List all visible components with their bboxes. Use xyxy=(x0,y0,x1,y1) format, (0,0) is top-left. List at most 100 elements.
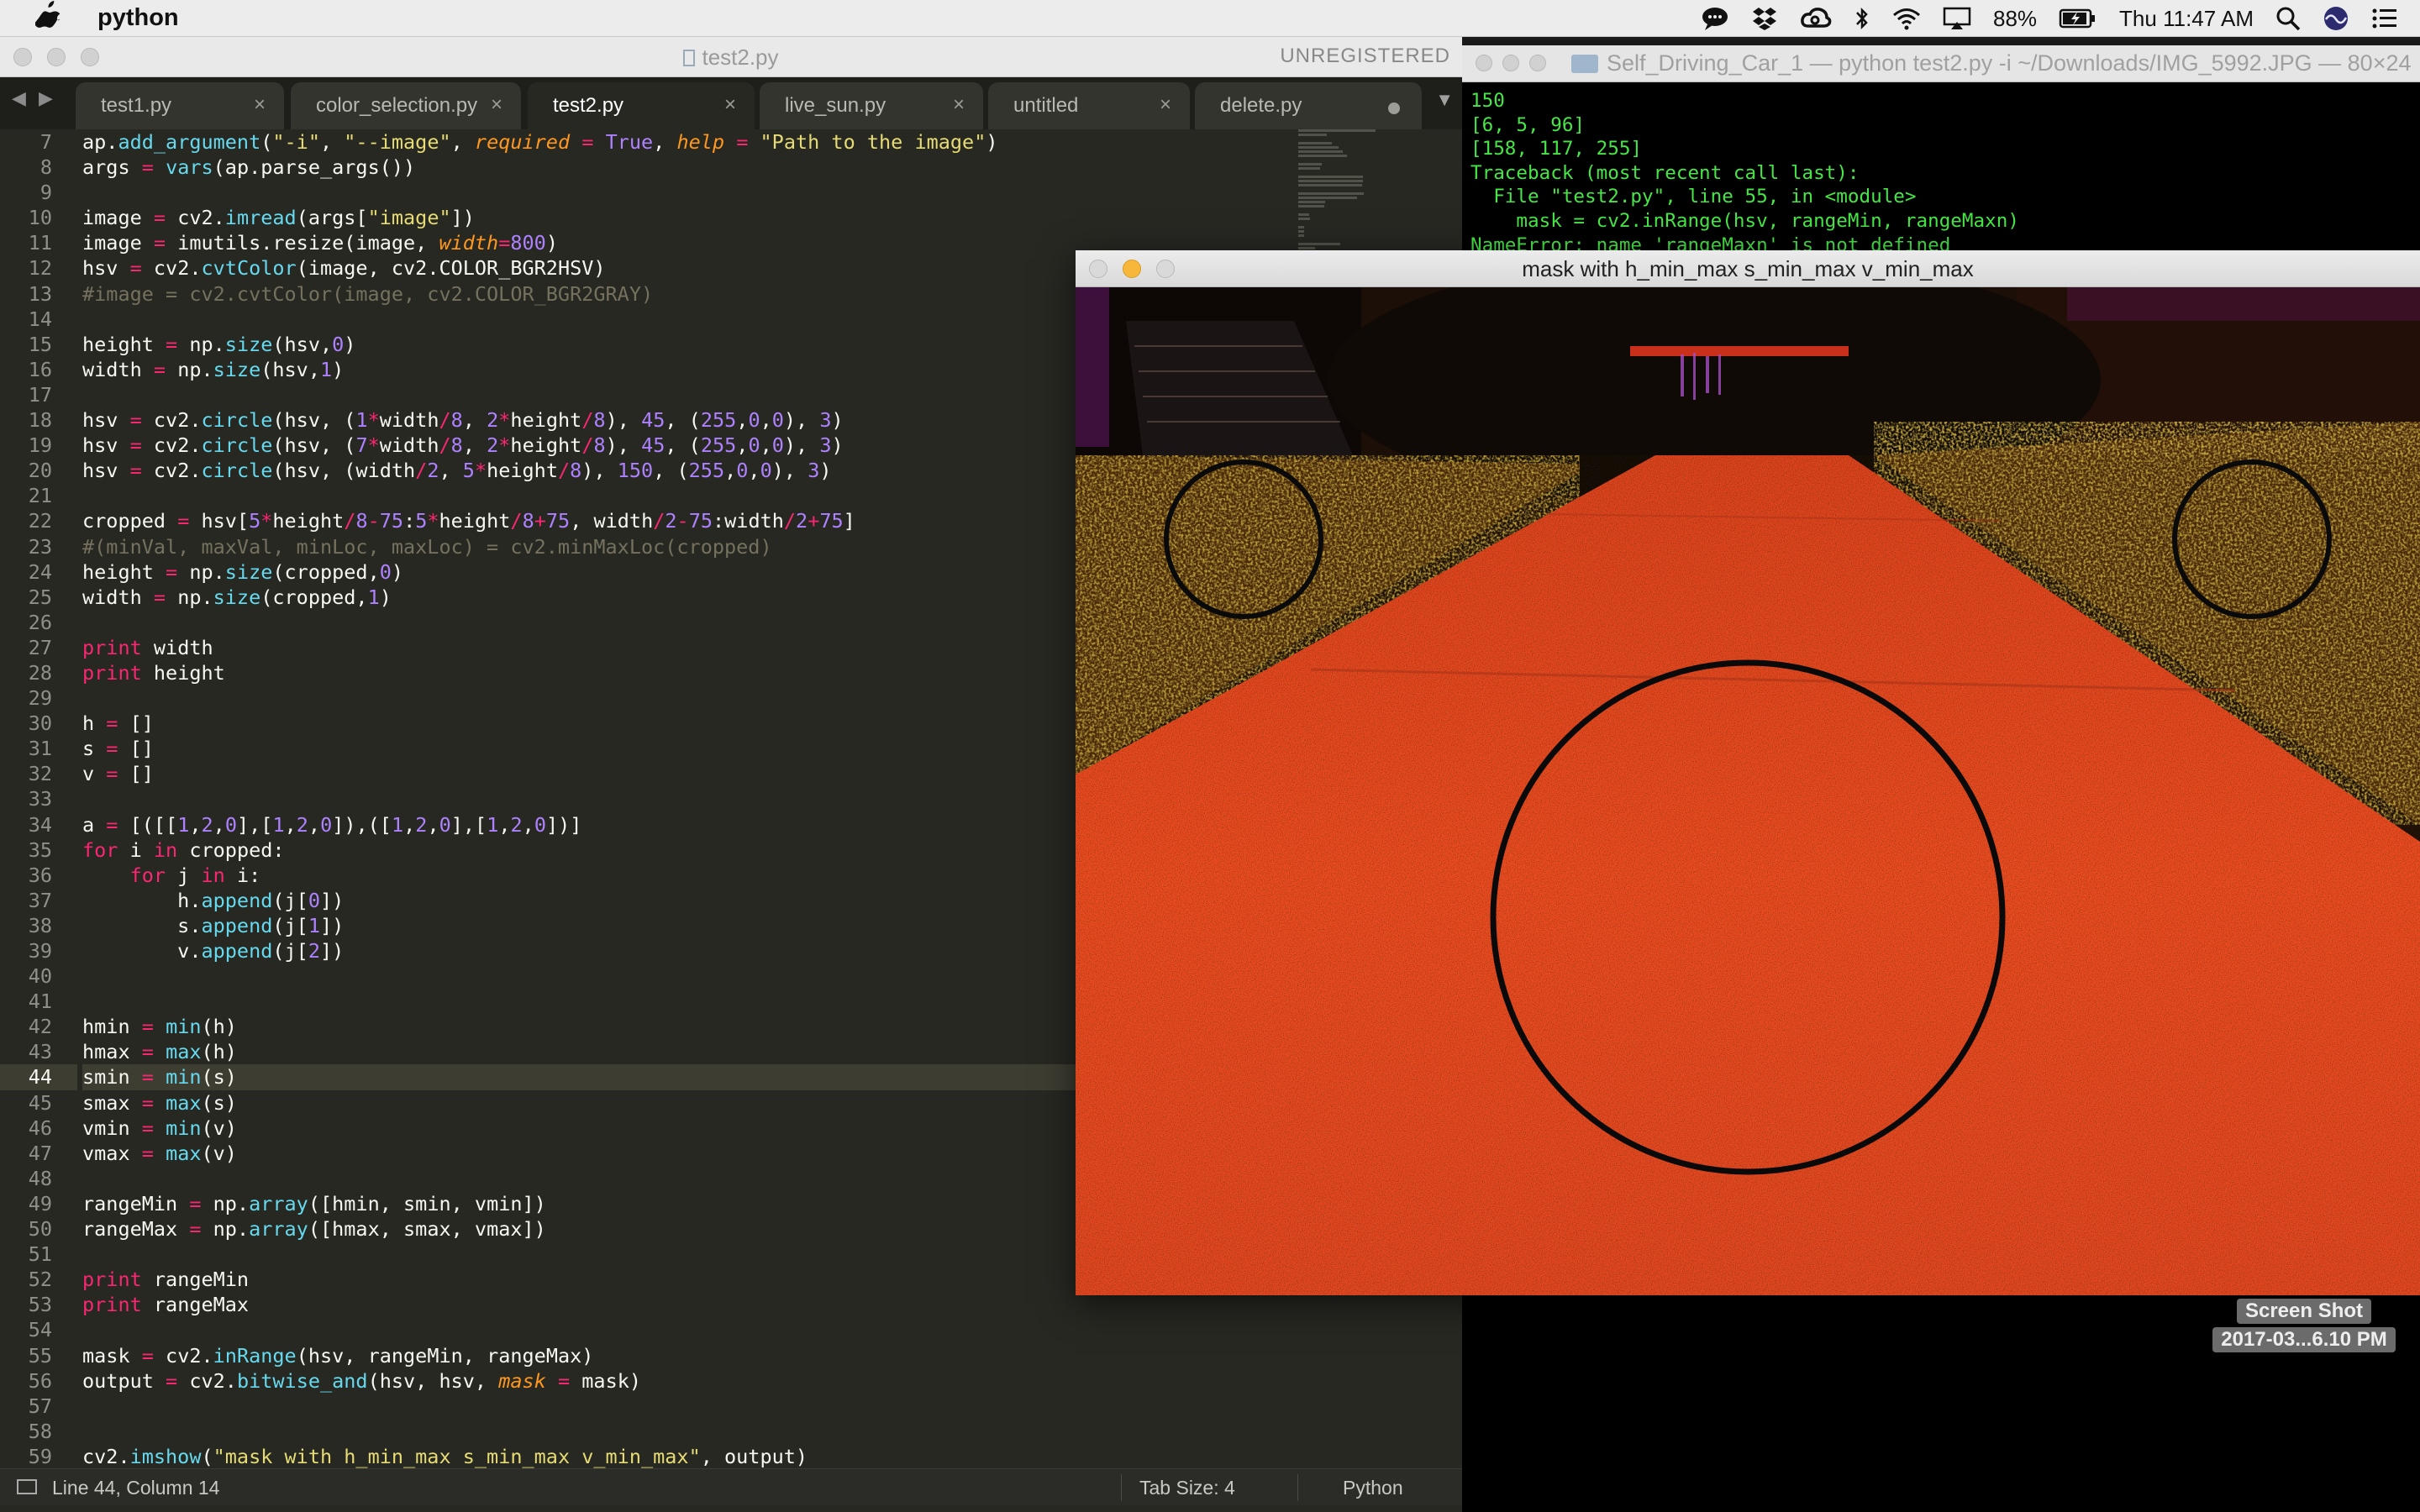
code-token: np. xyxy=(177,332,225,356)
screenshot-label-title: Screen Shot xyxy=(2236,1299,2372,1324)
minimap-line xyxy=(1298,155,1347,157)
code-token: "image" xyxy=(367,206,451,230)
line-number: 58 xyxy=(28,1419,52,1443)
code-token: 75 xyxy=(819,509,844,533)
minimap-line xyxy=(1298,176,1363,178)
terminal-output[interactable]: 150 [6, 5, 96] [158, 117, 255] Traceback (m… xyxy=(1470,89,2412,257)
code-token: ap. xyxy=(82,130,118,154)
creative-cloud-icon[interactable] xyxy=(1800,6,1832,31)
code-token: , width xyxy=(570,509,654,533)
code-token: ([hmin, smin, vmin]) xyxy=(308,1191,546,1215)
code-token: 0 xyxy=(439,812,451,837)
code-token: 1 xyxy=(355,408,368,433)
code-line[interactable]: print rangeMax xyxy=(82,1292,1276,1317)
code-token: #(minVal, maxVal, minLoc, maxLoc) = cv2.… xyxy=(82,534,772,559)
spotlight-search-icon[interactable] xyxy=(2275,6,2301,31)
wifi-icon[interactable] xyxy=(1892,7,1921,30)
code-token: * xyxy=(498,433,511,458)
code-token: image xyxy=(82,206,154,230)
status-divider xyxy=(1297,1474,1298,1501)
dropbox-icon[interactable] xyxy=(1751,6,1778,31)
bluetooth-icon[interactable] xyxy=(1854,6,1870,31)
opencv-image-window[interactable]: mask with h_min_max s_min_max v_min_max xyxy=(1076,250,2420,1295)
code-token: (hsv, (width xyxy=(272,459,416,483)
code-line[interactable] xyxy=(82,1394,1276,1419)
code-token: array xyxy=(249,1191,308,1215)
close-tab-icon[interactable]: × xyxy=(254,93,266,117)
code-line[interactable]: mask = cv2.inRange(hsv, rangeMin, rangeM… xyxy=(82,1343,1276,1368)
code-token: cv2. xyxy=(141,408,202,433)
code-line[interactable]: args = vars(ap.parse_args()) xyxy=(82,155,1276,180)
code-token: 0 xyxy=(748,433,760,458)
code-line[interactable] xyxy=(82,180,1276,205)
code-token: 0 xyxy=(332,332,345,356)
code-token: (j[ xyxy=(272,913,308,937)
code-token: / xyxy=(581,408,594,433)
line-number: 25 xyxy=(28,585,52,609)
code-token: , ( xyxy=(665,433,701,458)
code-token: print xyxy=(82,660,142,685)
unsaved-dot-icon[interactable] xyxy=(1388,102,1400,114)
code-token: height xyxy=(141,660,225,685)
code-token: ]) xyxy=(450,206,475,230)
code-line[interactable]: cv2.imshow("mask with h_min_max s_min_ma… xyxy=(82,1444,1276,1469)
code-token: = xyxy=(141,1040,154,1064)
code-token: bitwise_and xyxy=(236,1368,368,1393)
tab-test1-py[interactable]: test1.py × xyxy=(76,82,284,129)
code-token: height xyxy=(439,509,511,533)
code-token: ]) xyxy=(319,939,345,963)
close-tab-icon[interactable]: × xyxy=(1160,93,1171,117)
tab-delete-py[interactable]: delete.py xyxy=(1195,82,1422,129)
minimap[interactable] xyxy=(1298,129,1382,350)
close-tab-icon[interactable]: × xyxy=(724,93,736,117)
screenshot-thumbnail-label[interactable]: Screen Shot 2017-03...6.10 PM xyxy=(2207,1299,2402,1352)
code-token: + xyxy=(534,509,546,533)
code-token: 1 xyxy=(308,913,320,937)
code-token: hsv xyxy=(82,408,130,433)
code-token: np. xyxy=(201,1217,250,1242)
panel-toggle-icon[interactable] xyxy=(17,1479,37,1494)
tab-untitled[interactable]: untitled × xyxy=(988,82,1190,129)
code-line[interactable]: image = cv2.imread(args["image"]) xyxy=(82,205,1276,230)
code-token: ) xyxy=(819,459,832,483)
messages-icon[interactable] xyxy=(1701,6,1729,31)
code-line[interactable]: output = cv2.bitwise_and(hsv, hsv, mask … xyxy=(82,1368,1276,1394)
code-token: * xyxy=(498,408,511,433)
code-token: = xyxy=(166,559,178,584)
airplay-icon[interactable] xyxy=(1943,7,1971,30)
code-token: * xyxy=(260,509,273,533)
code-token: i xyxy=(118,837,154,862)
terminal-line: Traceback (most recent call last): xyxy=(1470,161,1860,184)
terminal-minimize-button[interactable] xyxy=(1502,55,1519,71)
terminal-titlebar[interactable]: Self_Driving_Car_1 — python test2.py -i … xyxy=(1462,45,2420,82)
tab-list-dropdown-icon[interactable]: ▼ xyxy=(1435,89,1454,111)
line-number: 43 xyxy=(28,1040,52,1064)
tab-back-arrow-icon[interactable]: ◀ xyxy=(12,87,26,109)
code-token: width xyxy=(141,635,213,659)
clock[interactable]: Thu 11:47 AM xyxy=(2119,6,2254,32)
battery-icon[interactable] xyxy=(2059,8,2097,29)
apple-menu-icon[interactable] xyxy=(34,0,69,36)
terminal-close-button[interactable] xyxy=(1476,55,1492,71)
code-line[interactable]: ap.add_argument("-i", "--image", require… xyxy=(82,129,1276,155)
tab-test2-py[interactable]: test2.py × xyxy=(528,82,755,129)
code-line[interactable] xyxy=(82,1419,1276,1444)
code-token: size xyxy=(213,585,261,609)
editor-titlebar[interactable]: test2.py UNREGISTERED xyxy=(0,37,1462,77)
tab-live-sun-py[interactable]: live_sun.py × xyxy=(760,82,983,129)
terminal-zoom-button[interactable] xyxy=(1529,55,1546,71)
code-token: (v) xyxy=(201,1116,237,1140)
notification-center-icon[interactable] xyxy=(2371,7,2398,30)
code-line[interactable] xyxy=(82,1317,1276,1342)
tab-color-selection-py[interactable]: color_selection.py × xyxy=(291,82,521,129)
code-token: ]) xyxy=(319,888,345,912)
cursor-position[interactable]: Line 44, Column 14 xyxy=(52,1477,219,1499)
opencv-titlebar[interactable]: mask with h_min_max s_min_max v_min_max xyxy=(1076,250,2420,287)
close-tab-icon[interactable]: × xyxy=(491,93,502,117)
tab-forward-arrow-icon[interactable]: ▶ xyxy=(39,87,53,109)
app-name-menu[interactable]: python xyxy=(97,4,179,32)
close-tab-icon[interactable]: × xyxy=(953,93,965,117)
syntax-selector[interactable]: Python xyxy=(1343,1477,1403,1499)
siri-icon[interactable] xyxy=(2323,5,2349,32)
tab-size-selector[interactable]: Tab Size: 4 xyxy=(1139,1477,1235,1499)
